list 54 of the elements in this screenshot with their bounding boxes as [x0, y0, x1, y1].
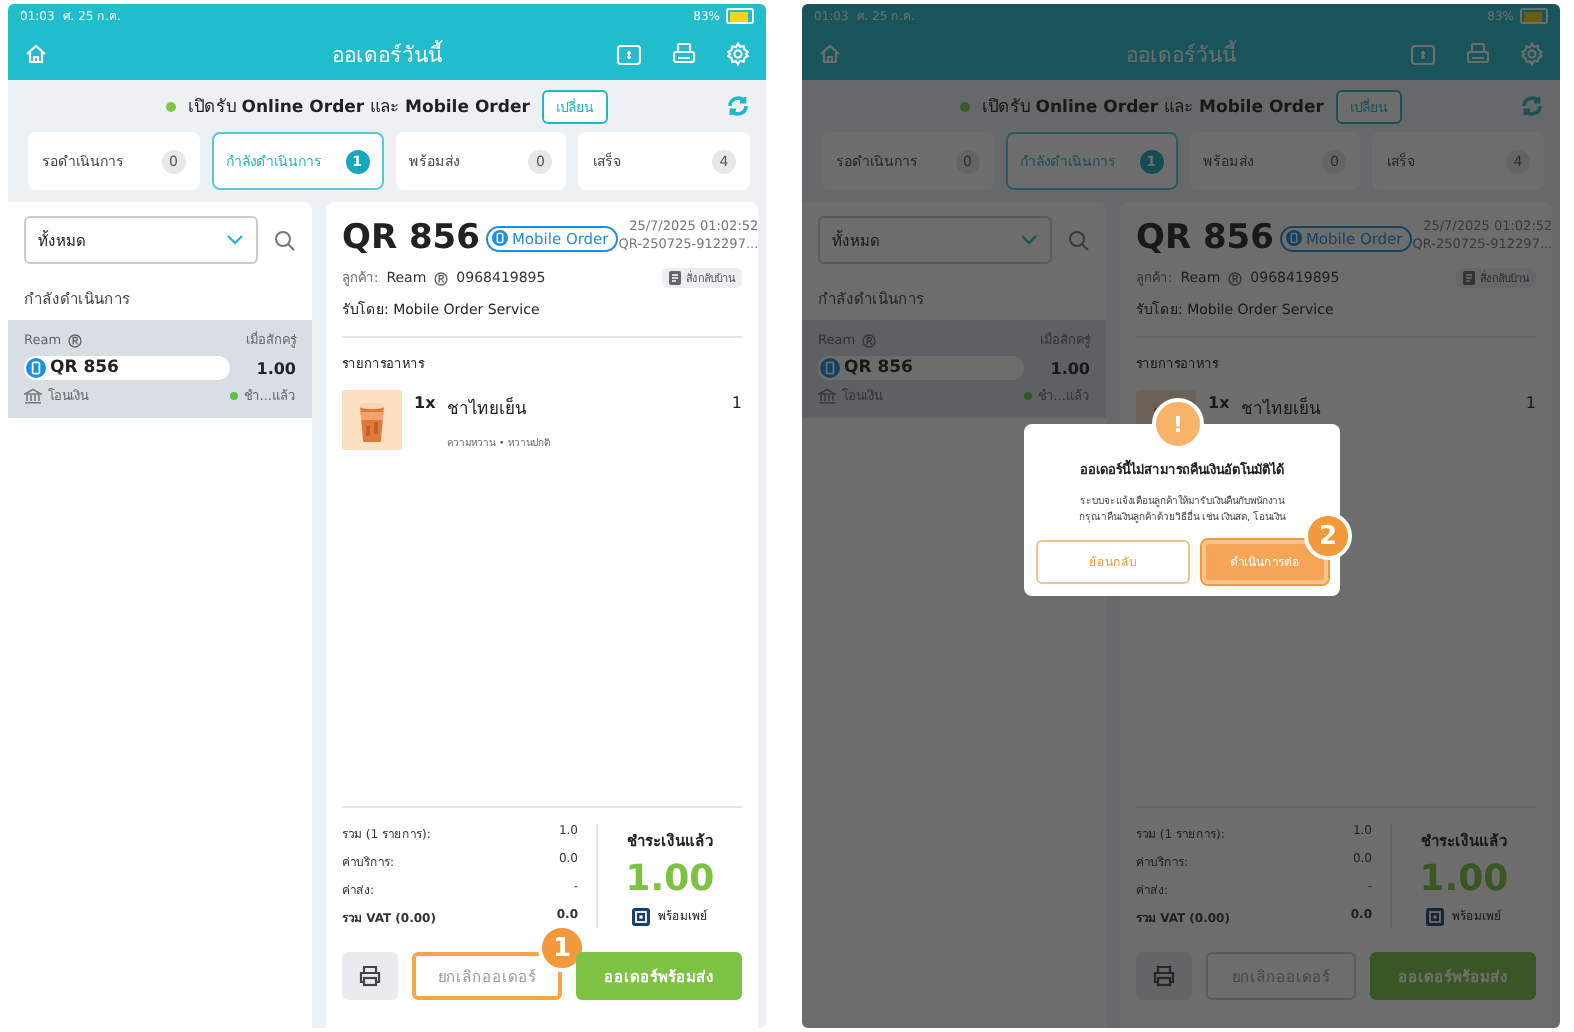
item-quantity: 1x — [1208, 394, 1230, 412]
phone-icon — [26, 358, 46, 378]
status-dot — [960, 101, 971, 111]
chevron-down-icon — [226, 234, 244, 246]
item-name: ชาไทยเย็น — [447, 395, 530, 422]
registered-icon — [67, 333, 82, 347]
battery-icon — [726, 8, 754, 24]
refresh-icon[interactable] — [726, 94, 750, 118]
receipt-icon — [668, 270, 682, 286]
refresh-icon[interactable] — [1520, 94, 1544, 118]
phone-icon — [1285, 230, 1302, 246]
paid-dot — [1023, 392, 1032, 400]
cash-register-icon[interactable] — [1466, 42, 1490, 66]
order-channel-status: เปิดรับ Online Order และ Mobile Order — [982, 96, 1324, 120]
printer-icon — [358, 964, 382, 988]
settings-icon[interactable] — [726, 42, 750, 66]
order-amount: 1.00 — [1050, 359, 1090, 377]
phone-icon — [491, 230, 508, 246]
warning-icon: ! — [1152, 398, 1204, 450]
paid-amount: 1.00 — [1419, 858, 1509, 900]
cash-register-icon[interactable] — [672, 42, 696, 66]
receipt-icon — [1462, 270, 1476, 286]
order-channel-status: เปิดรับ Online Order และ Mobile Order — [188, 96, 530, 120]
paid-dot — [229, 392, 238, 400]
chevron-down-icon — [1020, 234, 1038, 246]
item-count: 1 — [1525, 394, 1536, 412]
paid-amount: 1.00 — [625, 858, 715, 900]
registered-icon — [434, 271, 449, 285]
search-icon[interactable] — [1068, 229, 1090, 251]
print-button[interactable] — [342, 952, 398, 1000]
registered-icon — [861, 333, 876, 347]
bank-icon — [818, 388, 836, 404]
screen-title: ออเดอร์วันนี้ — [332, 38, 442, 71]
screen-title: ออเดอร์วันนี้ — [1126, 38, 1236, 71]
item-name: ชาไทยเย็น — [1241, 395, 1324, 422]
battery-icon — [1520, 8, 1548, 24]
item-quantity: 1x — [414, 394, 436, 412]
order-number: QR 856 — [818, 356, 1024, 380]
order-amount: 1.00 — [256, 359, 296, 377]
order-number: QR 856 — [1136, 218, 1274, 258]
qr-code-icon — [632, 907, 650, 925]
registered-icon — [1228, 271, 1243, 285]
bank-icon — [24, 388, 42, 404]
settings-icon[interactable] — [1520, 42, 1544, 66]
item-count: 1 — [731, 394, 742, 412]
home-icon[interactable] — [24, 42, 48, 66]
status-dot — [166, 101, 177, 111]
search-icon[interactable] — [274, 229, 296, 251]
phone-icon — [820, 358, 840, 378]
printer-icon — [1152, 964, 1176, 988]
home-icon[interactable] — [818, 42, 842, 66]
order-number: QR 856 — [342, 218, 480, 258]
order-number: QR 856 — [24, 356, 230, 380]
qr-code-icon — [1426, 907, 1444, 925]
